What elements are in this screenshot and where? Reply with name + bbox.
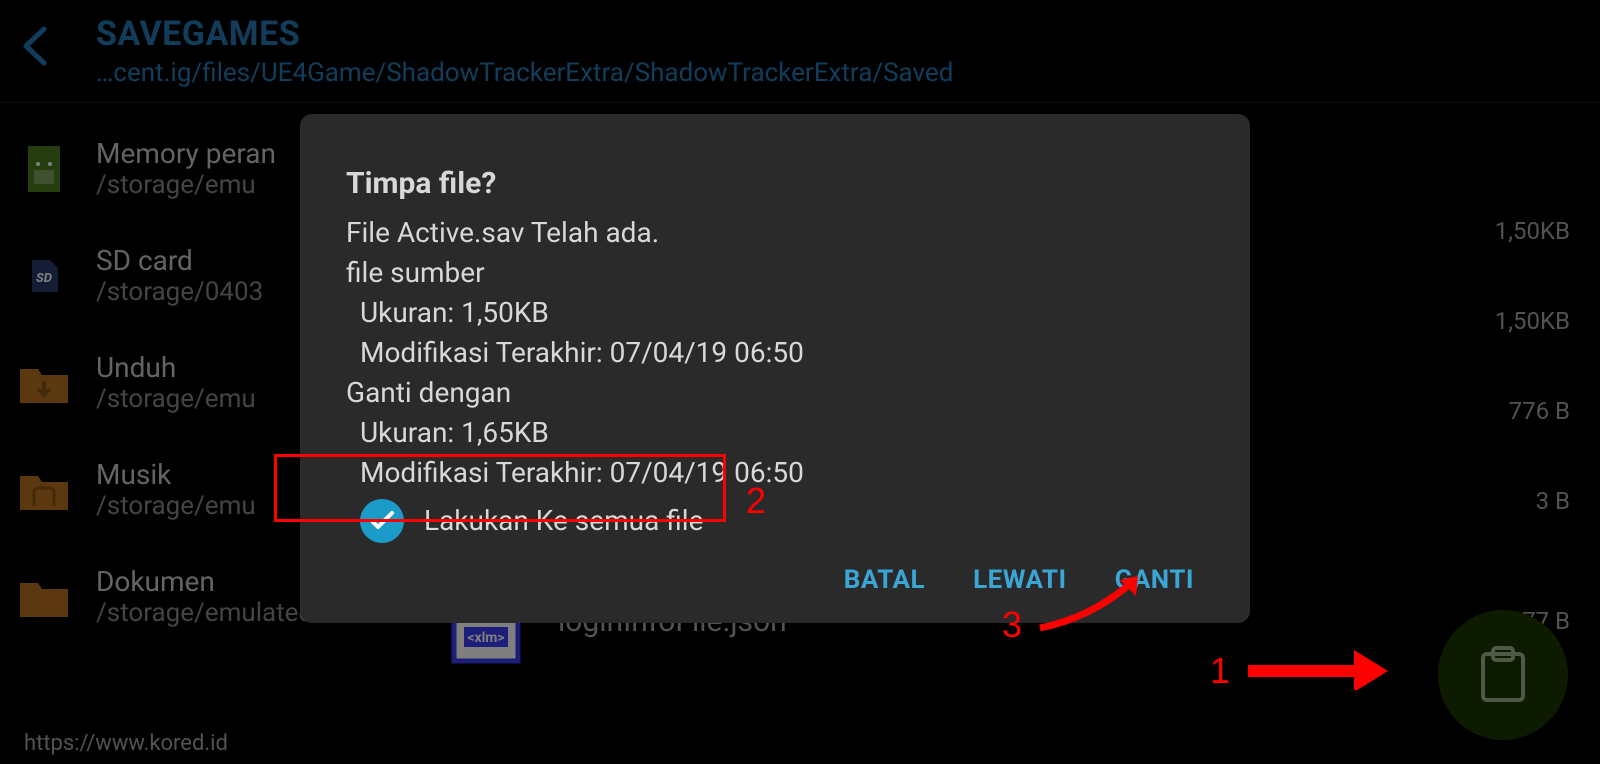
replace-label: Ganti dengan	[346, 373, 1204, 413]
dialog-title: Timpa file?	[346, 166, 1204, 201]
dialog-message: File Active.sav Telah ada.	[346, 213, 1204, 253]
overwrite-dialog: Timpa file? File Active.sav Telah ada. f…	[300, 114, 1250, 623]
source-modified: Modifikasi Terakhir: 07/04/19 06:50	[346, 333, 1204, 373]
replace-modified: Modifikasi Terakhir: 07/04/19 06:50	[346, 453, 1204, 493]
source-size: Ukuran: 1,50KB	[346, 293, 1204, 333]
replace-size: Ukuran: 1,65KB	[346, 413, 1204, 453]
checkbox-label: Lakukan Ke semua file	[424, 501, 703, 541]
source-label: file sumber	[346, 253, 1204, 293]
skip-button[interactable]: LEWATI	[973, 565, 1067, 595]
apply-all-checkbox[interactable]: Lakukan Ke semua file	[346, 499, 1204, 543]
check-icon	[360, 499, 404, 543]
replace-button[interactable]: GANTI	[1115, 565, 1194, 595]
cancel-button[interactable]: BATAL	[844, 565, 925, 595]
